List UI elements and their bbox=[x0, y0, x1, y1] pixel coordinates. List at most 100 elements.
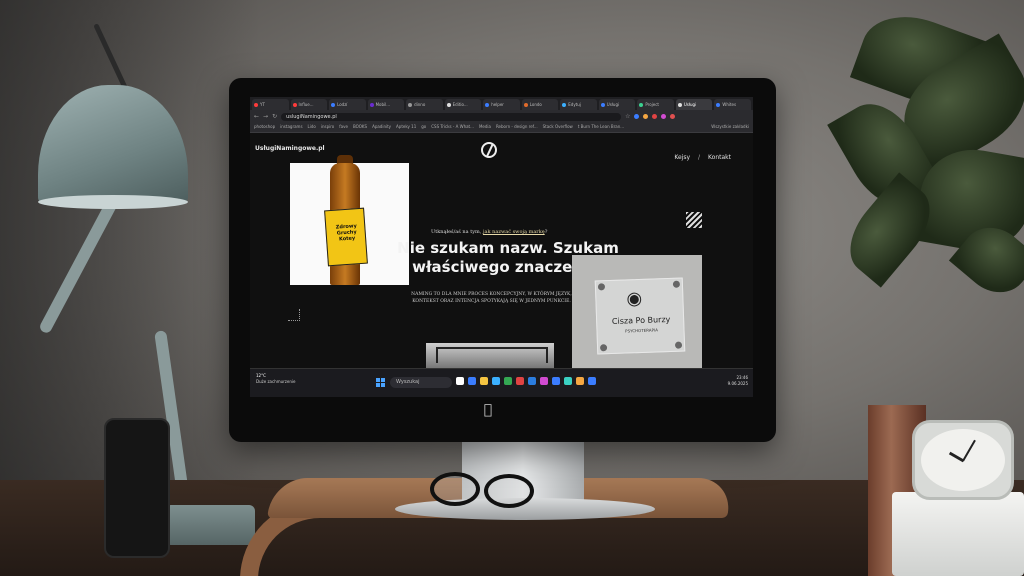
tab-label: YT bbox=[260, 102, 265, 107]
site-emblem-icon[interactable] bbox=[481, 142, 497, 158]
tab-label: Project bbox=[645, 102, 659, 107]
taskbar-search[interactable]: Wyszukaj bbox=[390, 377, 452, 388]
photo-scene:  YT Influe... Lodzí Mobil... dinno Editio...… bbox=[0, 0, 1024, 576]
tab-label: helper bbox=[491, 102, 504, 107]
clock-face bbox=[921, 429, 1005, 491]
browser-tab[interactable]: Project bbox=[637, 99, 674, 110]
taskbar-app-icon[interactable] bbox=[552, 377, 560, 385]
bottle-label: Zdrowy Gruchy Kotey bbox=[324, 207, 368, 267]
bookmark-item[interactable]: photoshop bbox=[254, 124, 275, 131]
glasses-left-lens bbox=[430, 472, 480, 506]
bookmark-item[interactable]: Media bbox=[479, 124, 491, 131]
browser-tab[interactable]: dinno bbox=[406, 99, 443, 110]
bookmark-star-icon[interactable]: ☆ bbox=[625, 113, 630, 120]
profile-avatar-icon[interactable] bbox=[670, 114, 676, 119]
browser-tab[interactable]: Londo bbox=[521, 99, 559, 110]
taskbar-app-icon[interactable] bbox=[492, 377, 500, 385]
browser-tab[interactable]: YT bbox=[252, 99, 289, 110]
taskbar-app-icon[interactable] bbox=[480, 377, 488, 385]
browser-tab[interactable]: Usługi bbox=[675, 99, 713, 110]
eye-logo-icon: ◉ bbox=[626, 287, 643, 310]
taskbar-app-icon[interactable] bbox=[456, 377, 464, 385]
taskbar-app-icon[interactable] bbox=[504, 377, 512, 385]
sign-bolt bbox=[597, 283, 606, 291]
eyebrow-link[interactable]: jak nazwać swoją markę bbox=[483, 229, 545, 235]
nav-separator: / bbox=[698, 154, 701, 161]
eyebrow-text: Utknąłeś/aś na tym, bbox=[431, 229, 483, 235]
bookmark-item[interactable]: go bbox=[421, 124, 426, 131]
bookmark-item[interactable]: t Burn The Lean Bran... bbox=[578, 124, 624, 131]
forward-arrow-icon[interactable]: → bbox=[263, 113, 268, 120]
nav-link-kejsy[interactable]: Kejsy bbox=[674, 154, 690, 161]
bookmark-item[interactable]: CSS Tricks - A What... bbox=[431, 124, 474, 131]
bookmark-item[interactable]: Stack Overflow bbox=[543, 124, 573, 131]
clock-minute-hand bbox=[962, 439, 976, 462]
nav-link-kontakt[interactable]: Kontakt bbox=[708, 154, 731, 161]
bookmark-item[interactable]: fave bbox=[339, 124, 348, 131]
smartphone bbox=[104, 418, 170, 558]
extension-icon[interactable] bbox=[634, 114, 640, 119]
tab-label: Whites bbox=[722, 102, 737, 107]
all-bookmarks-folder[interactable]: Wszystkie zakładki bbox=[711, 124, 749, 131]
tab-label: Editio... bbox=[452, 102, 468, 107]
tab-favicon-icon bbox=[331, 102, 336, 107]
website-page: UsługiNamingowe.pl Kejsy / Kontakt Zdrow… bbox=[250, 133, 753, 383]
reload-icon[interactable]: ↻ bbox=[272, 113, 277, 120]
sign-bolt bbox=[674, 341, 683, 349]
monitor-screen: YT Influe... Lodzí Mobil... dinno Editio... he… bbox=[250, 97, 753, 397]
back-arrow-icon[interactable]: ← bbox=[254, 113, 259, 120]
taskbar-app-icon[interactable] bbox=[588, 377, 596, 385]
bookmark-item[interactable]: Apteky 11 bbox=[396, 124, 416, 131]
taskbar-app-icon[interactable] bbox=[576, 377, 584, 385]
tab-label: Influe... bbox=[298, 102, 314, 107]
bookmark-item[interactable]: instagrams bbox=[280, 124, 302, 131]
site-nav: Kejsy / Kontakt bbox=[674, 154, 731, 161]
tab-favicon-icon bbox=[446, 102, 451, 107]
browser-tab[interactable]: Influe... bbox=[290, 99, 328, 110]
bookmark-item[interactable]: Lido bbox=[308, 124, 316, 131]
extension-icon[interactable] bbox=[661, 114, 667, 119]
extension-icon[interactable] bbox=[652, 114, 658, 119]
weather-desc: Duże zachmurzenie bbox=[256, 379, 296, 384]
taskbar-app-icon[interactable] bbox=[528, 377, 536, 385]
tab-favicon-icon bbox=[639, 102, 644, 107]
tab-favicon-icon bbox=[677, 102, 682, 107]
browser-tab[interactable]: helper bbox=[483, 99, 520, 110]
browser-tab[interactable]: Usługi bbox=[598, 99, 636, 110]
taskbar-app-icon[interactable] bbox=[516, 377, 524, 385]
browser-tab[interactable]: Edytuj bbox=[560, 99, 597, 110]
tab-favicon-icon bbox=[600, 102, 605, 107]
url-field[interactable]: uslugiNamingowe.pl bbox=[281, 112, 622, 121]
tab-label: Usługi bbox=[683, 102, 697, 107]
bookmark-item[interactable]: Reborn - design ref... bbox=[496, 124, 538, 131]
sign-bolt bbox=[672, 280, 681, 288]
windows-taskbar: 12°C Duże zachmurzenie Wyszukaj 23:46 9.… bbox=[250, 368, 753, 397]
signage-photo: ◉ Cisza Po Burzy PSYCHOTERAPIA bbox=[572, 255, 702, 383]
browser-tab[interactable]: Editio... bbox=[444, 99, 482, 110]
extension-icon[interactable] bbox=[643, 114, 649, 119]
system-tray-clock[interactable]: 23:46 9.06.2025 bbox=[728, 375, 748, 387]
bookmark-item[interactable]: Apadinity bbox=[372, 124, 391, 131]
lamp-base bbox=[165, 505, 255, 545]
taskbar-app-icon[interactable] bbox=[468, 377, 476, 385]
taskbar-app-icon[interactable] bbox=[540, 377, 548, 385]
browser-tab[interactable]: Whites bbox=[714, 99, 751, 110]
tab-label: Londo bbox=[529, 102, 542, 107]
bookmark-item[interactable]: BOOKS bbox=[353, 124, 367, 131]
site-logo[interactable]: UsługiNamingowe.pl bbox=[255, 145, 325, 152]
taskbar-app-icon[interactable] bbox=[564, 377, 572, 385]
tab-favicon-icon bbox=[408, 102, 413, 107]
browser-tab[interactable]: Lodzí bbox=[329, 99, 366, 110]
bottle-label-text: Zdrowy Gruchy Kotey bbox=[335, 223, 357, 243]
windows-start-icon[interactable] bbox=[376, 378, 385, 387]
weather-widget[interactable]: 12°C Duże zachmurzenie bbox=[256, 373, 295, 385]
bookmark-item[interactable]: inspiro bbox=[321, 124, 334, 131]
tab-label: Lodzí bbox=[337, 102, 348, 107]
eyebrow-end: ? bbox=[544, 229, 548, 235]
tab-favicon-icon bbox=[523, 102, 528, 107]
glasses-right-lens bbox=[484, 474, 534, 508]
taskbar-pinned-apps bbox=[456, 377, 596, 385]
browser-tab[interactable]: Mobil... bbox=[367, 99, 405, 110]
browser-tab-bar: YT Influe... Lodzí Mobil... dinno Editio... he… bbox=[250, 97, 753, 110]
tab-label: Mobil... bbox=[375, 102, 391, 107]
